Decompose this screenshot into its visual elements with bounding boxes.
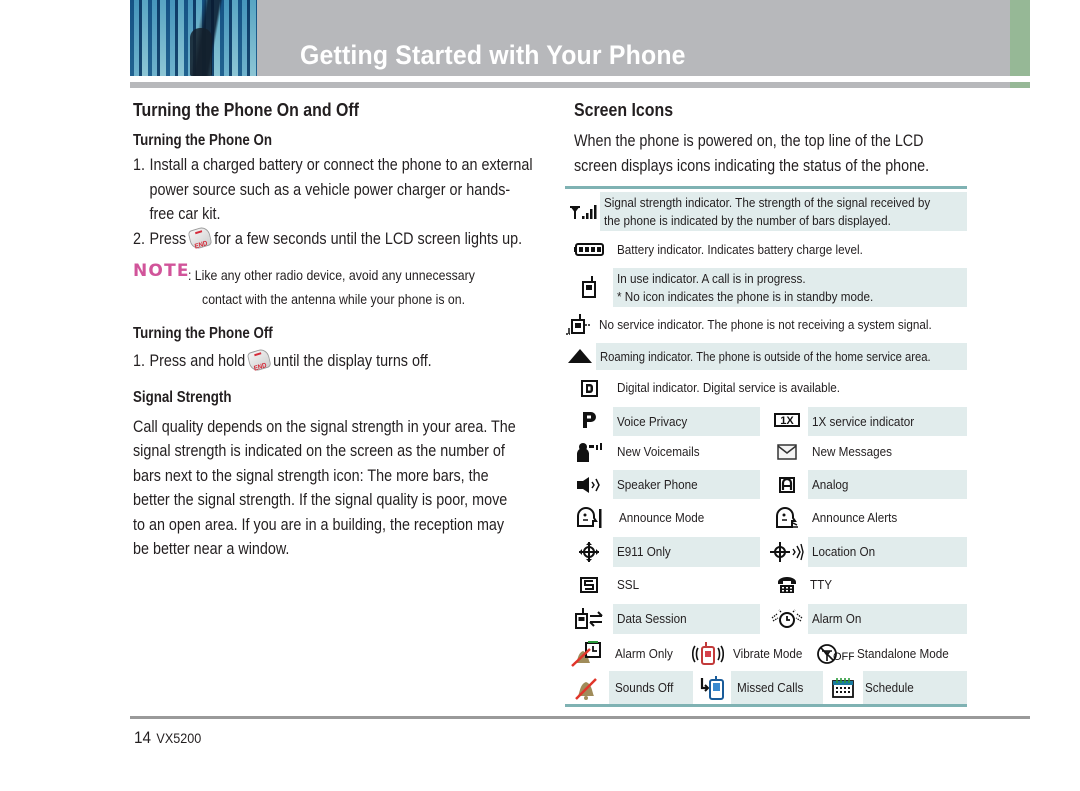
subsection-title-phone-off: Turning the Phone Off <box>133 325 273 342</box>
digital-icon <box>565 372 613 404</box>
note-label: NOTE <box>133 261 190 281</box>
chapter-banner: Getting Started with Your Phone <box>130 0 1030 76</box>
analog-icon <box>766 468 808 501</box>
icon-row-pair: Speaker Phone Analog <box>565 468 967 501</box>
signal-strength-icon <box>565 189 600 235</box>
banner-accent-bar <box>1010 0 1030 76</box>
section-title-screen-icons: Screen Icons <box>574 99 674 120</box>
model-name: VX5200 <box>156 730 202 746</box>
subsection-title-signal-strength: Signal Strength <box>133 388 232 406</box>
icon-row-digital: Digital indicator. Digital service is av… <box>565 372 967 404</box>
new-message-icon <box>766 436 808 468</box>
icon-row-pair: Announce Mode Announce Alerts <box>565 501 967 535</box>
chapter-title: Getting Started with Your Phone <box>300 40 686 70</box>
icon-row-battery: Battery indicator. Indicates battery cha… <box>565 235 967 264</box>
roaming-icon <box>565 340 596 372</box>
missed-calls-icon <box>693 671 731 704</box>
step-2: 2. Pressfor a few seconds until the LCD … <box>133 224 533 252</box>
section-title-on-off: Turning the Phone On and Off <box>133 99 359 120</box>
vibrate-mode-icon <box>689 636 727 671</box>
left-column: Turning the Phone On and Off Turning the… <box>133 98 533 562</box>
step-1-text: Install a charged battery or connect the… <box>149 156 533 223</box>
phone-off-steps: 1. Press and holduntil the display turns… <box>133 347 533 374</box>
sounds-off-icon <box>565 671 609 704</box>
icon-row-in-use: In use indicator. A call is in progress.… <box>565 264 967 309</box>
e911-icon <box>565 535 613 568</box>
svg-text:OFF: OFF <box>833 651 854 663</box>
table-bottom-rule <box>565 704 967 707</box>
in-use-icon <box>565 264 613 309</box>
standalone-mode-icon: OFF <box>815 636 855 671</box>
speaker-phone-icon <box>565 468 613 501</box>
no-service-icon <box>565 309 591 340</box>
step-1: 1. Install a charged battery or connect … <box>133 156 533 223</box>
step-1: 1. Press and holduntil the display turns… <box>133 347 533 374</box>
signal-strength-text: Call quality depends on the signal stren… <box>133 417 516 559</box>
end-key-icon <box>187 224 213 251</box>
subsection-title-phone-on: Turning the Phone On <box>133 132 272 149</box>
footer-divider <box>565 716 1030 719</box>
banner-divider-accent <box>1010 82 1030 88</box>
footer-divider <box>130 716 565 719</box>
location-on-icon <box>766 535 808 568</box>
icon-row-triple: Sounds Off Missed Calls Schedule <box>565 671 967 704</box>
note-text: : Like any other radio device, avoid any… <box>187 267 475 307</box>
page-number: 14 <box>134 728 152 747</box>
icon-row-pair: SSL TTY <box>565 568 967 602</box>
alarm-only-icon <box>565 636 609 671</box>
icon-row-pair: New Voicemails New Messages <box>565 436 967 468</box>
icon-row-pair: Voice Privacy 1X 1X service indicator <box>565 404 967 436</box>
svg-text:1X: 1X <box>780 415 794 427</box>
banner-photo <box>130 0 257 76</box>
right-column: Screen Icons When the phone is powered o… <box>574 98 974 178</box>
new-voicemail-icon <box>565 436 613 468</box>
icon-row-no-service: No service indicator. The phone is not r… <box>565 309 967 340</box>
battery-icon <box>565 235 613 264</box>
icon-row-roaming: Roaming indicator. The phone is outside … <box>565 340 967 372</box>
icon-row-pair: E911 Only Location On <box>565 535 967 568</box>
tty-icon <box>766 568 808 602</box>
icon-row-signal: Signal strength indicator. The strength … <box>565 189 967 235</box>
banner-divider <box>130 82 1010 88</box>
screen-icons-table: Signal strength indicator. The strength … <box>565 186 967 707</box>
1x-service-icon: 1X <box>766 404 808 436</box>
page-footer: 14 VX5200 <box>134 728 201 748</box>
note-box: NOTE : Like any other radio device, avoi… <box>133 261 533 311</box>
ssl-icon <box>565 568 613 602</box>
icon-row-triple: Alarm Only Vibrate Mode OFF Standalone M… <box>565 636 967 671</box>
announce-mode-icon <box>565 501 613 535</box>
icon-row-pair: Data Session Alarm On <box>565 602 967 636</box>
screen-icons-intro: When the phone is powered on, the top li… <box>574 132 930 175</box>
schedule-icon <box>823 671 863 704</box>
alarm-on-icon <box>766 602 808 636</box>
phone-on-steps: 1. Install a charged battery or connect … <box>133 153 533 251</box>
end-key-icon <box>246 347 272 373</box>
data-session-icon <box>565 602 613 636</box>
voice-privacy-icon <box>565 404 613 436</box>
announce-alerts-icon <box>766 501 808 535</box>
